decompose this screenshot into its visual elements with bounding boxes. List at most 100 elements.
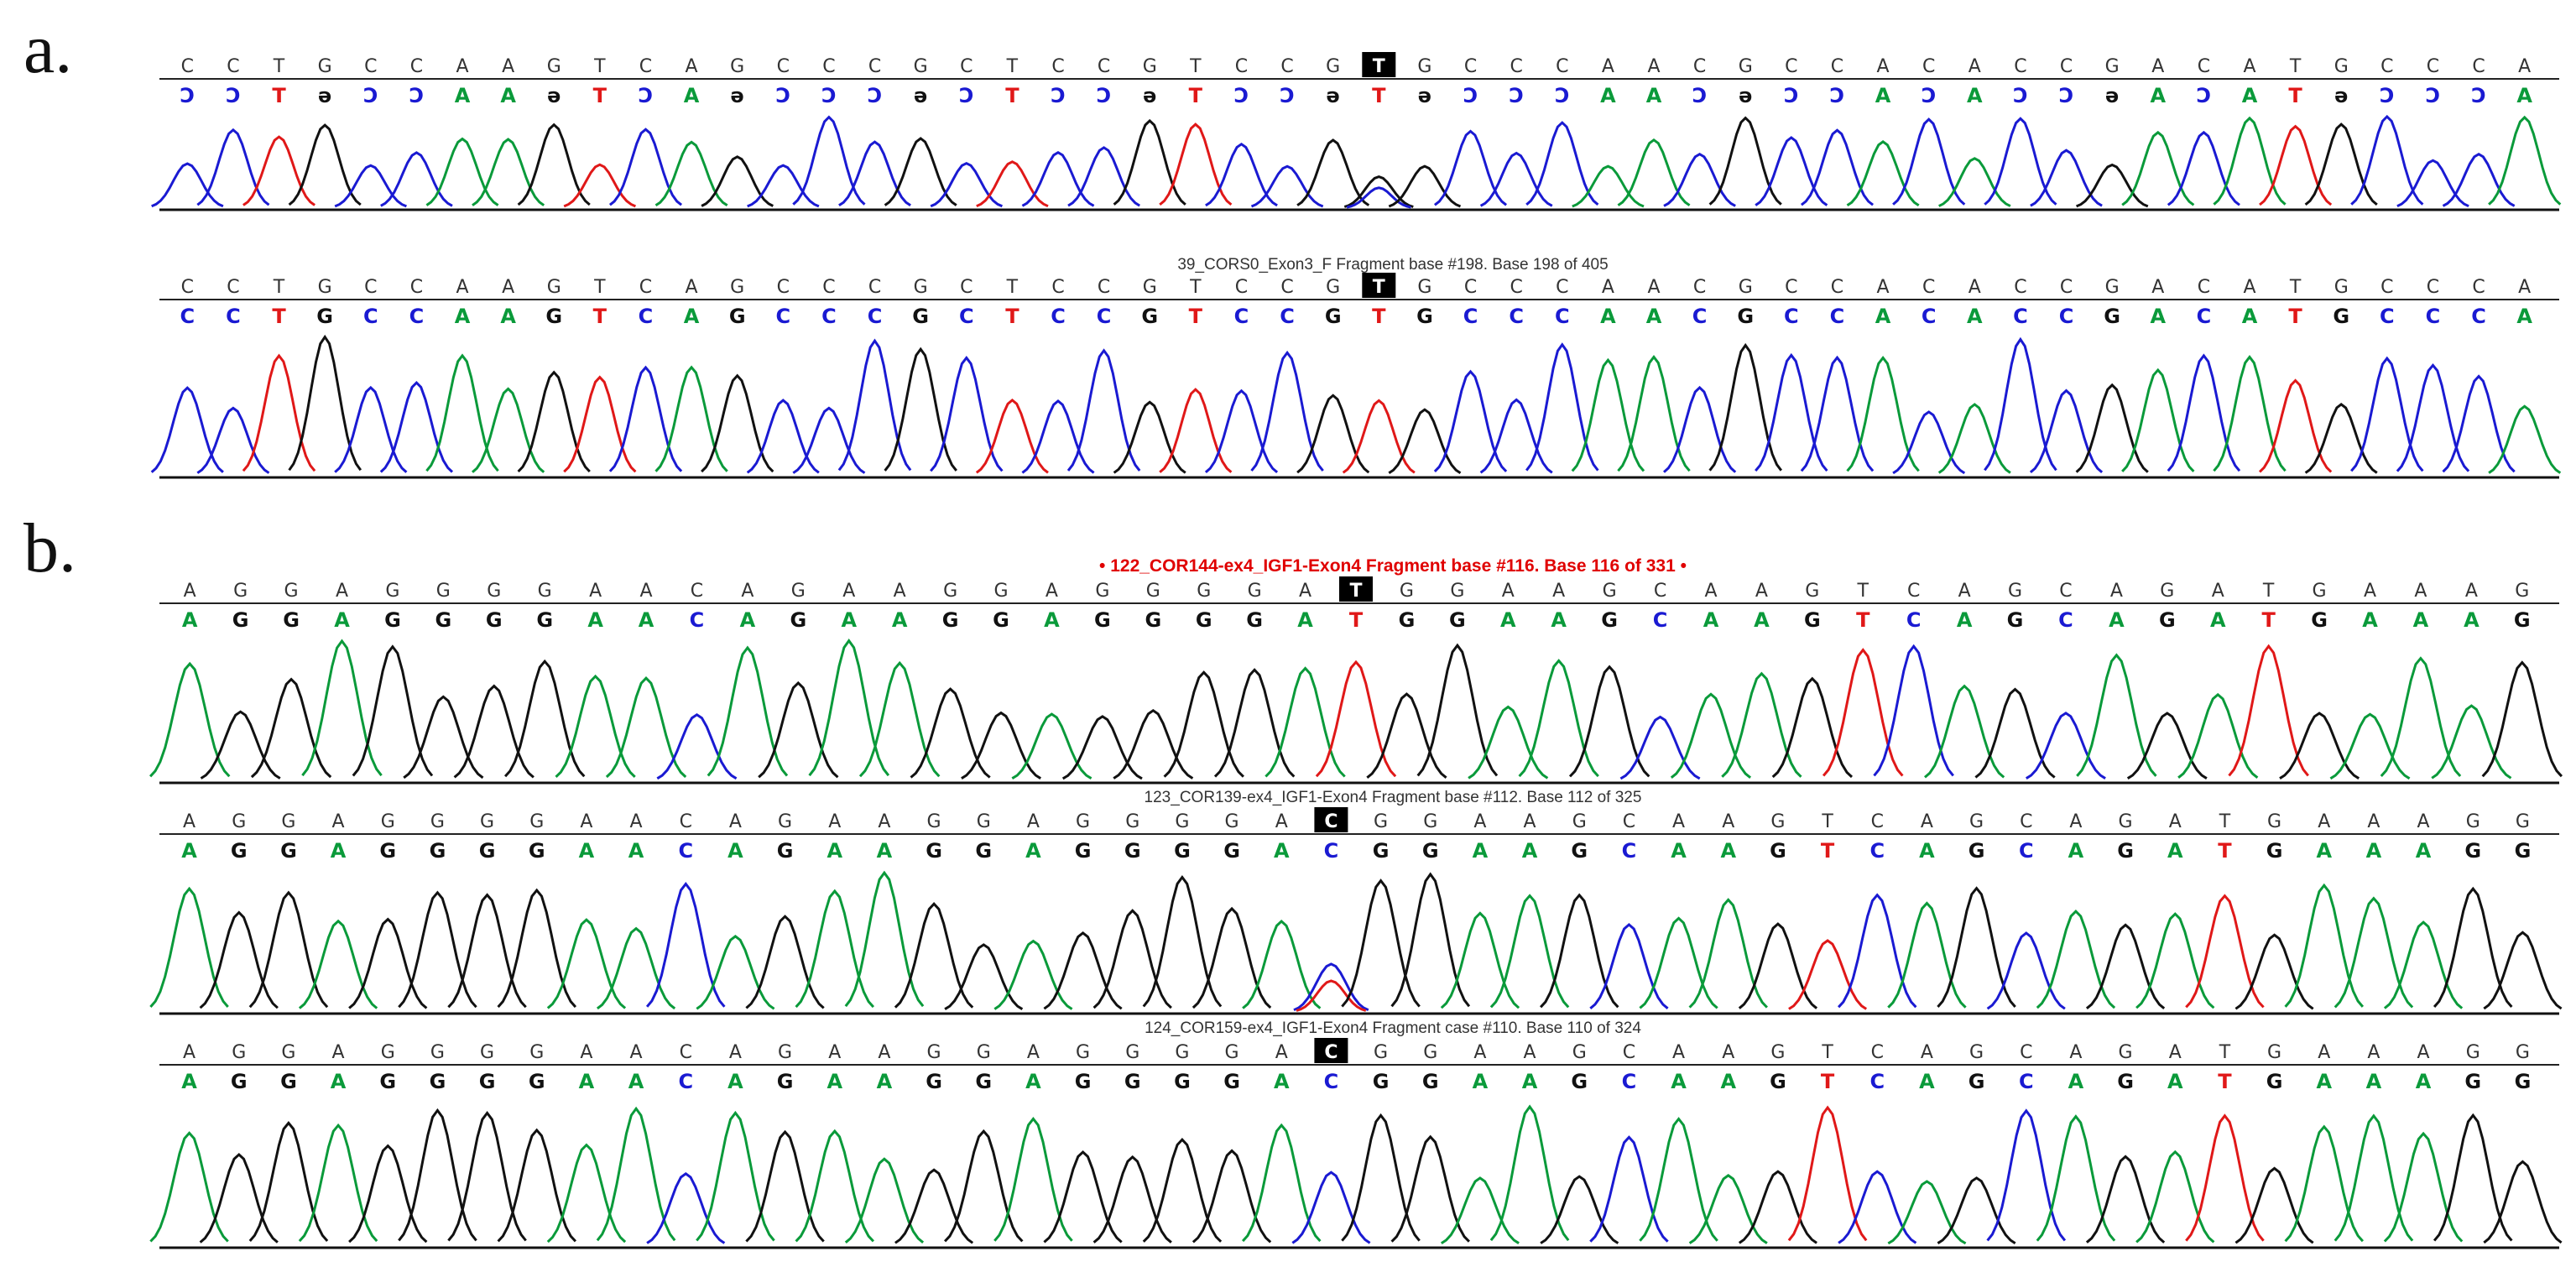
trace-peak — [1670, 692, 1752, 779]
reference-base: G — [1374, 1042, 1388, 1063]
called-base: G — [283, 608, 300, 632]
trace-peak — [745, 915, 825, 1009]
called-base: G — [729, 305, 746, 328]
reference-base: C — [822, 277, 835, 298]
reference-base: A — [1299, 581, 1311, 602]
called-base: Ɔ — [2426, 84, 2441, 107]
trace-peak — [844, 1157, 925, 1244]
called-base: A — [740, 608, 756, 632]
reference-base: T — [273, 56, 285, 77]
called-base: A — [1919, 1070, 1935, 1093]
called-base: Ɔ — [1463, 84, 1478, 107]
reference-base: G — [318, 56, 332, 77]
called-base: C — [1324, 1070, 1339, 1093]
reference-base: A — [2367, 811, 2380, 832]
reference-base: G — [2267, 1042, 2281, 1063]
called-base: ə — [2105, 84, 2119, 107]
called-base: Ɔ — [226, 84, 241, 107]
reference-base: T — [1189, 277, 1202, 298]
called-base: C — [1097, 305, 1112, 328]
reference-base: C — [1324, 1042, 1338, 1063]
called-base: G — [975, 1070, 992, 1093]
called-base: C — [775, 305, 790, 328]
called-base: Ɔ — [868, 84, 883, 107]
trace-peak — [1433, 369, 1508, 472]
called-base: A — [827, 1070, 842, 1093]
called-base: ə — [1739, 84, 1752, 107]
reference-base: C — [1464, 277, 1477, 298]
reference-base: A — [2417, 1042, 2430, 1063]
called-base: ə — [318, 84, 331, 107]
chromatogram-track-b1: • 122_COR144-ex4_IGF1-Exon4 Fragment bas… — [149, 556, 2563, 785]
called-base: T — [2218, 839, 2232, 863]
trace-peak — [910, 687, 991, 779]
reference-base: G — [1603, 581, 1617, 602]
called-base: C — [1622, 839, 1637, 863]
trace-peak — [563, 163, 637, 208]
called-base: Ɔ — [180, 84, 195, 107]
reference-base: T — [1349, 581, 1362, 602]
trace-peak — [1315, 660, 1397, 778]
called-base: A — [1025, 1070, 1041, 1093]
reference-base: G — [1969, 1042, 1984, 1063]
trace-peak — [1589, 923, 1669, 1009]
called-base: A — [2366, 1070, 2382, 1093]
called-base: C — [1869, 839, 1885, 863]
reference-base: C — [2014, 277, 2026, 298]
trace-peak — [1043, 931, 1123, 1010]
called-base: T — [1372, 84, 1386, 107]
called-base: A — [877, 839, 893, 863]
trace-peak — [2036, 909, 2116, 1009]
trace-peak — [1822, 648, 1904, 777]
trace-peak — [654, 365, 728, 472]
reference-base: A — [1704, 581, 1717, 602]
reference-base: G — [1770, 811, 1785, 832]
reference-base: T — [2289, 56, 2302, 77]
called-base: G — [926, 839, 942, 863]
reference-base: T — [1857, 581, 1869, 602]
called-base: A — [1720, 839, 1736, 863]
called-base: C — [2058, 608, 2073, 632]
called-base: A — [1967, 84, 1983, 107]
called-base: A — [2068, 839, 2084, 863]
reference-base: A — [1877, 56, 1890, 77]
trace-peak — [2433, 886, 2513, 1008]
trace-peak — [1800, 355, 1875, 472]
called-base: Ɔ — [1784, 84, 1799, 107]
trace-peak — [1092, 1155, 1172, 1244]
reference-base: G — [1175, 811, 1189, 832]
trace-peak — [1192, 906, 1272, 1009]
called-base: G — [1804, 608, 1821, 632]
trace-peak — [1525, 342, 1599, 472]
called-base: Ɔ — [775, 84, 790, 107]
called-base: A — [2416, 1070, 2432, 1093]
track-label: 39_CORS0_Exon3_F Fragment base #198. Bas… — [1177, 256, 1608, 274]
called-base: G — [280, 1070, 297, 1093]
called-base: T — [2218, 1070, 2232, 1093]
reference-base: G — [529, 811, 544, 832]
called-base: A — [1720, 1070, 1736, 1093]
trace-peak — [563, 375, 637, 473]
trace-peak — [1771, 676, 1854, 779]
called-base: C — [180, 305, 195, 328]
called-base: G — [2515, 1070, 2532, 1093]
trace-peak — [1390, 872, 1471, 1008]
reference-base: A — [332, 811, 345, 832]
reference-base: A — [1524, 1042, 1536, 1063]
called-base: ə — [1418, 84, 1431, 107]
reference-base: C — [2472, 277, 2485, 298]
called-base: A — [1919, 839, 1935, 863]
called-base: A — [628, 839, 644, 863]
reference-base: A — [1602, 277, 1614, 298]
reference-base: C — [2020, 1042, 2032, 1063]
reference-base: C — [1785, 56, 1797, 77]
reference-base: G — [1739, 56, 1753, 77]
reference-base: A — [1275, 811, 1288, 832]
reference-base: A — [2110, 581, 2123, 602]
called-base: G — [529, 839, 545, 863]
reference-base: G — [1326, 277, 1340, 298]
called-base: A — [455, 305, 471, 328]
reference-base: A — [502, 56, 514, 77]
reference-base: C — [1510, 277, 1522, 298]
called-base: C — [2380, 305, 2395, 328]
